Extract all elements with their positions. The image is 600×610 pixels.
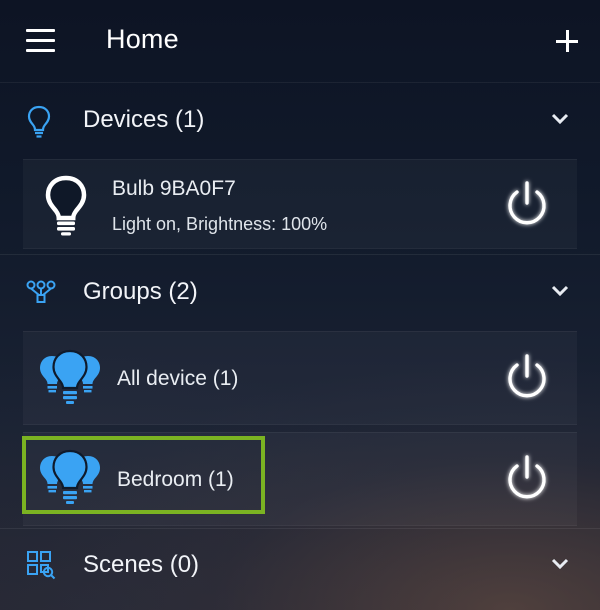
section-label-groups: Groups (2) — [83, 278, 198, 305]
section-header-devices[interactable]: Devices (1) — [0, 84, 600, 156]
group-card-all-device[interactable]: All device (1) — [23, 331, 577, 425]
group-name-bedroom: Bedroom (1) — [117, 468, 234, 491]
network-tree-icon — [26, 280, 56, 303]
lightbulb-white-icon — [45, 175, 87, 236]
lightbulb-outline-icon — [27, 105, 51, 138]
multi-lightbulb-icon — [40, 449, 100, 504]
device-status: Light on, Brightness: 100% — [112, 214, 328, 234]
chevron-down-icon[interactable] — [551, 558, 569, 570]
section-divider — [0, 254, 600, 255]
section-label-scenes: Scenes (0) — [83, 551, 200, 578]
power-icon[interactable] — [498, 349, 556, 407]
chevron-down-icon[interactable] — [551, 285, 569, 297]
section-header-scenes[interactable]: Scenes (0) — [0, 530, 600, 602]
section-divider — [0, 528, 600, 529]
chevron-down-icon[interactable] — [551, 113, 569, 125]
power-icon[interactable] — [498, 176, 556, 234]
add-plus-icon[interactable] — [556, 30, 578, 52]
page-title: Home — [106, 24, 179, 54]
section-header-groups[interactable]: Groups (2) — [0, 256, 600, 328]
power-icon[interactable] — [498, 450, 556, 508]
group-card-bedroom[interactable]: Bedroom (1) — [23, 432, 577, 526]
scenes-grid-icon — [27, 551, 56, 580]
device-name: Bulb 9BA0F7 — [112, 177, 236, 200]
device-card-bulb[interactable]: Bulb 9BA0F7 Light on, Brightness: 100% — [23, 159, 577, 249]
multi-lightbulb-icon — [40, 349, 100, 404]
top-app-bar: Home — [0, 0, 600, 83]
group-name-all-device: All device (1) — [117, 367, 239, 390]
hamburger-menu-icon[interactable] — [26, 29, 56, 53]
section-label-devices: Devices (1) — [83, 106, 205, 133]
